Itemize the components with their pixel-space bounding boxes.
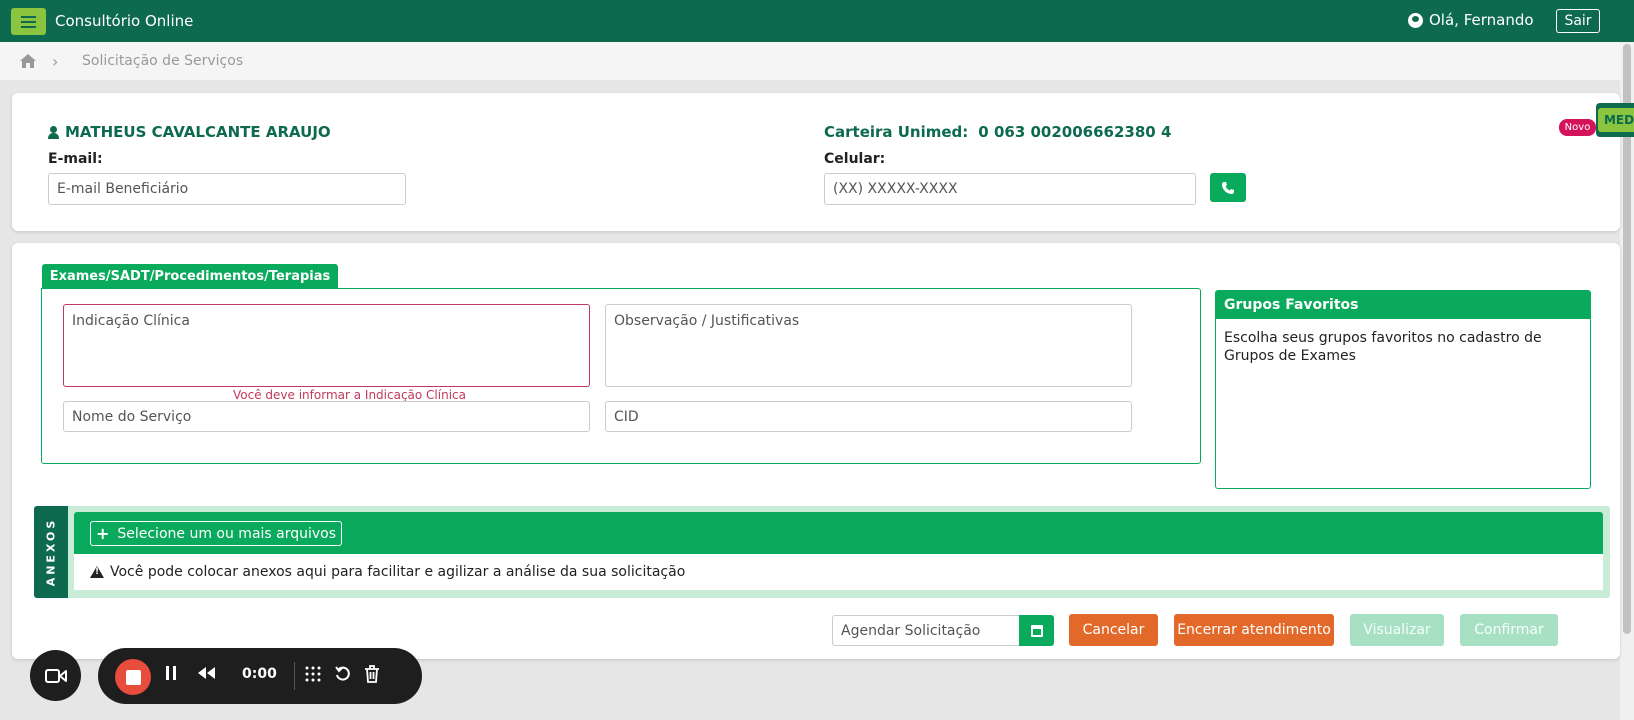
phone-icon: [1222, 181, 1234, 194]
grid-dots-icon[interactable]: [304, 665, 322, 687]
observation-field[interactable]: [605, 304, 1132, 387]
card-number-line: Carteira Unimed: 0 063 002006662380 4: [824, 123, 1171, 141]
person-icon: [48, 125, 59, 139]
preview-button[interactable]: Visualizar: [1350, 614, 1444, 646]
warning-icon: [90, 566, 104, 578]
clinical-indication-field[interactable]: [63, 304, 590, 387]
new-badge: Novo: [1559, 119, 1596, 136]
phone-label: Celular:: [824, 151, 886, 167]
clinical-indication-error: Você deve informar a Indicação Clínica: [233, 388, 466, 402]
video-camera-icon: [44, 668, 67, 683]
request-card: Exames/SADT/Procedimentos/Terapias Você …: [12, 243, 1620, 659]
pause-icon[interactable]: [164, 665, 178, 685]
favorite-groups-title: Grupos Favoritos: [1216, 291, 1590, 319]
breadcrumb-current: Solicitação de Serviços: [82, 53, 244, 69]
favorite-groups-panel: Grupos Favoritos Escolha seus grupos fav…: [1215, 290, 1591, 489]
recording-timer: 0:00: [242, 666, 277, 682]
tab-exams[interactable]: Exames/SADT/Procedimentos/Terapias: [42, 264, 338, 289]
cid-field[interactable]: [605, 401, 1132, 432]
exams-panel: Você deve informar a Indicação Clínica: [41, 288, 1201, 464]
hamburger-menu-icon[interactable]: [11, 8, 46, 35]
attachments-note: Você pode colocar anexos aqui para facil…: [74, 554, 1603, 590]
plus-icon: +: [95, 524, 110, 543]
med-badge[interactable]: MED: [1596, 103, 1634, 137]
schedule-request-field[interactable]: [832, 615, 1020, 646]
cancel-button[interactable]: Cancelar: [1069, 614, 1158, 646]
user-circle-icon: [1408, 12, 1423, 28]
logout-button[interactable]: Sair: [1556, 9, 1600, 33]
recording-toolbar: 0:00: [98, 648, 422, 704]
favorite-groups-message: Escolha seus grupos favoritos no cadastr…: [1224, 330, 1542, 364]
restart-icon[interactable]: [334, 665, 352, 687]
attachments-header: + Selecione um ou mais arquivos: [74, 512, 1603, 554]
patient-card: MATHEUS CAVALCANTE ARAUJO Carteira Unime…: [12, 93, 1634, 231]
phone-field[interactable]: [824, 173, 1196, 205]
stop-icon: [125, 669, 141, 685]
patient-name: MATHEUS CAVALCANTE ARAUJO: [48, 123, 331, 141]
camera-toggle-button[interactable]: [30, 650, 81, 701]
rewind-icon[interactable]: [196, 665, 216, 685]
med-badge-label: MED: [1597, 108, 1634, 132]
chevron-right-icon: ›: [52, 52, 59, 71]
attachments-note-text: Você pode colocar anexos aqui para facil…: [110, 564, 686, 580]
user-greeting[interactable]: Olá, Fernando: [1408, 11, 1534, 29]
phone-call-button[interactable]: [1210, 173, 1246, 202]
attachments-side-label: ANEXOS: [34, 506, 68, 598]
select-files-label: Selecione um ou mais arquivos: [117, 525, 337, 542]
stop-recording-button[interactable]: [115, 659, 151, 695]
confirm-button[interactable]: Confirmar: [1460, 614, 1558, 646]
email-field[interactable]: [48, 173, 406, 205]
greeting-text: Olá, Fernando: [1429, 11, 1534, 29]
end-session-button[interactable]: Encerrar atendimento: [1174, 614, 1334, 646]
scrollbar[interactable]: [1620, 42, 1634, 720]
attachments-section: ANEXOS + Selecione um ou mais arquivos V…: [34, 506, 1610, 598]
card-number: 0 063 002006662380 4: [978, 123, 1172, 141]
email-label: E-mail:: [48, 151, 103, 167]
patient-name-text: MATHEUS CAVALCANTE ARAUJO: [65, 123, 331, 141]
trash-icon[interactable]: [364, 665, 380, 687]
top-bar: Consultório Online Olá, Fernando Sair: [0, 0, 1634, 42]
breadcrumb: › Solicitação de Serviços: [0, 42, 1620, 80]
toolbar-divider: [294, 662, 295, 690]
service-name-field[interactable]: [63, 401, 590, 432]
calendar-button[interactable]: [1019, 615, 1054, 646]
app-title: Consultório Online: [55, 12, 194, 30]
card-label: Carteira Unimed:: [824, 123, 969, 141]
home-icon[interactable]: [20, 54, 36, 68]
calendar-icon: [1030, 624, 1043, 637]
select-files-button[interactable]: + Selecione um ou mais arquivos: [90, 521, 342, 546]
